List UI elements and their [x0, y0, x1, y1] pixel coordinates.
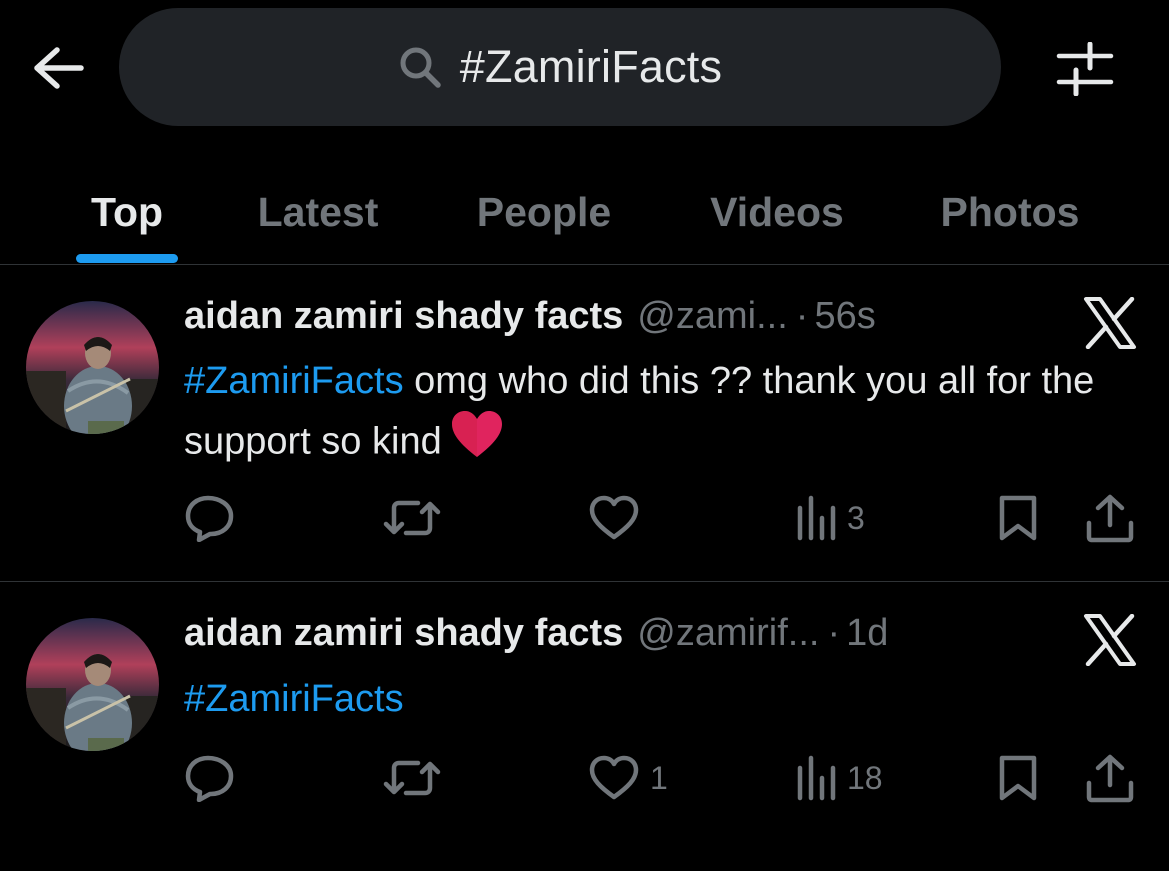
post[interactable]: aidan zamiri shady facts @zami... · 56s …	[0, 265, 1169, 581]
views-icon	[797, 495, 836, 541]
like-button[interactable]	[588, 490, 650, 546]
red-heart-emoji	[450, 410, 504, 477]
reply-button[interactable]	[184, 750, 246, 806]
author-handle[interactable]: @zamirif...	[637, 612, 819, 655]
bookmark-button[interactable]	[996, 750, 1040, 806]
post-text: #ZamiriFacts omg who did this ?? thank y…	[184, 352, 1144, 477]
avatar[interactable]	[26, 618, 159, 751]
share-icon	[1086, 494, 1134, 543]
post[interactable]: aidan zamiri shady facts @zamirif... · 1…	[0, 582, 1169, 871]
tab-latest[interactable]: Latest	[236, 160, 400, 264]
bookmark-icon	[999, 495, 1037, 541]
avatar-photo	[26, 301, 159, 434]
like-icon	[589, 755, 639, 800]
back-button[interactable]	[28, 40, 88, 96]
share-button[interactable]	[1085, 490, 1135, 546]
avatar-photo	[26, 618, 159, 751]
author-name[interactable]: aidan zamiri shady facts	[184, 612, 623, 655]
bookmark-button[interactable]	[996, 490, 1040, 546]
active-tab-indicator	[76, 254, 178, 263]
tab-people[interactable]: People	[458, 160, 630, 264]
search-tabs: Top Latest People Videos Photos	[0, 160, 1169, 264]
author-name[interactable]: aidan zamiri shady facts	[184, 295, 623, 338]
separator-dot: ·	[827, 612, 841, 654]
x-logo-icon	[1084, 296, 1136, 350]
like-button[interactable]: 1	[588, 750, 668, 806]
views-button[interactable]: 3	[795, 490, 865, 546]
avatar[interactable]	[26, 301, 159, 434]
search-results-screen: #ZamiriFacts Top Latest People Videos Ph…	[0, 0, 1169, 871]
x-logo-button[interactable]	[1082, 613, 1142, 670]
post-header: aidan zamiri shady facts @zami... · 56s	[184, 295, 876, 351]
repost-icon	[383, 500, 441, 536]
post-text: #ZamiriFacts	[184, 670, 1144, 728]
tab-top[interactable]: Top	[76, 160, 178, 264]
post-time[interactable]: 1d	[846, 612, 888, 655]
hashtag-link[interactable]: #ZamiriFacts	[184, 678, 404, 720]
repost-button[interactable]	[382, 750, 452, 806]
view-count: 3	[847, 499, 865, 536]
share-icon	[1086, 754, 1134, 803]
view-count: 18	[847, 759, 883, 796]
reply-button[interactable]	[184, 490, 246, 546]
hashtag-link[interactable]: #ZamiriFacts	[184, 360, 404, 402]
reply-icon	[185, 495, 234, 542]
repost-icon	[383, 760, 441, 796]
search-query: #ZamiriFacts	[459, 41, 723, 92]
views-icon	[797, 755, 836, 801]
post-header: aidan zamiri shady facts @zamirif... · 1…	[184, 612, 888, 668]
reply-icon	[185, 755, 234, 802]
post-time[interactable]: 56s	[814, 295, 875, 338]
like-icon	[589, 495, 639, 540]
separator-dot: ·	[795, 295, 809, 337]
search-bar[interactable]: #ZamiriFacts	[119, 8, 1001, 126]
back-arrow-icon	[34, 47, 84, 89]
author-handle[interactable]: @zami...	[637, 295, 787, 338]
repost-button[interactable]	[382, 490, 452, 546]
bookmark-icon	[999, 755, 1037, 801]
x-logo-icon	[1084, 613, 1136, 667]
x-logo-button[interactable]	[1082, 296, 1142, 353]
views-button[interactable]: 18	[795, 750, 883, 806]
like-count: 1	[650, 759, 668, 796]
filter-sliders-icon	[1056, 42, 1114, 96]
share-button[interactable]	[1085, 750, 1135, 806]
search-icon	[400, 47, 441, 88]
tab-photos[interactable]: Photos	[924, 160, 1096, 264]
search-filter-button[interactable]	[1050, 36, 1120, 102]
tab-videos[interactable]: Videos	[694, 160, 860, 264]
